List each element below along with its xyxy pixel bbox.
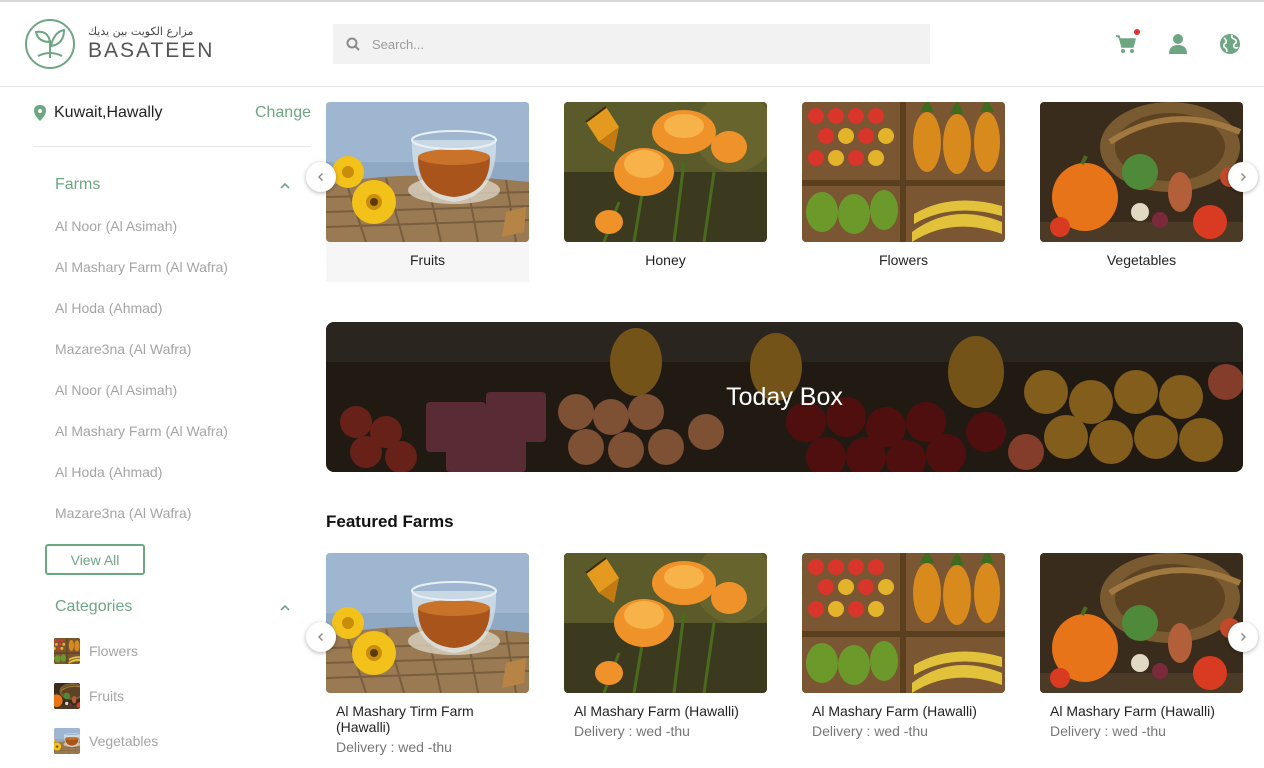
- featured-farms-title: Featured Farms: [326, 512, 454, 531]
- sidebar-farm-item[interactable]: Al Hoda (Ahmad): [55, 464, 162, 480]
- farm-image: [564, 553, 767, 693]
- sidebar-category-vegetables[interactable]: Vegetables: [54, 728, 158, 754]
- category-card-flowers[interactable]: Flowers: [802, 102, 1005, 268]
- search-bar: [333, 24, 930, 64]
- sidebar-category-label: Fruits: [89, 688, 124, 704]
- chevron-left-icon: [318, 173, 323, 181]
- fruits-thumbnail: [54, 683, 80, 709]
- featured-farm-card[interactable]: Al Mashary Farm (Hawalli) Delivery : wed…: [564, 553, 767, 753]
- sidebar-divider: [33, 146, 311, 147]
- farm-name: Al Mashary Farm (Hawalli): [812, 703, 977, 719]
- chevron-right-icon: [1241, 173, 1246, 181]
- vegetables-image: [1040, 102, 1243, 242]
- logo-name: BASATEEN: [88, 39, 215, 62]
- today-box-banner[interactable]: Today Box: [326, 322, 1243, 472]
- sidebar-farm-item[interactable]: Al Noor (Al Asimah): [55, 382, 177, 398]
- sidebar-category-label: Vegetables: [89, 733, 159, 749]
- flowers-image: [802, 102, 1005, 242]
- banner-title: Today Box: [726, 382, 843, 411]
- category-card-fruits[interactable]: Fruits: [326, 102, 529, 282]
- header: مزارع الكويت بين يديك BASATEEN: [0, 2, 1264, 87]
- search-input[interactable]: [372, 36, 892, 52]
- farm-name: Al Mashary Farm (Hawalli): [1050, 703, 1215, 719]
- cart-button[interactable]: [1114, 29, 1140, 56]
- sidebar-farm-item[interactable]: Al Hoda (Ahmad): [55, 300, 162, 316]
- honey-image: [564, 102, 767, 242]
- sidebar-category-flowers[interactable]: Flowers: [54, 638, 138, 664]
- featured-farm-card[interactable]: Al Mashary Farm (Hawalli) Delivery : wed…: [802, 553, 1005, 753]
- flowers-thumbnail: [54, 638, 80, 664]
- logo[interactable]: مزارع الكويت بين يديك BASATEEN: [24, 18, 214, 70]
- categories-prev-button[interactable]: [306, 162, 336, 192]
- farm-name: Al Mashary Farm (Hawalli): [574, 703, 739, 719]
- logo-arabic-tagline: مزارع الكويت بين يديك: [88, 25, 194, 38]
- category-card-honey[interactable]: Honey: [564, 102, 767, 268]
- user-icon: [1169, 34, 1187, 54]
- sidebar: Kuwait,Hawally Change Farms Al Noor (Al …: [0, 88, 326, 768]
- search-icon: [346, 37, 360, 51]
- view-all-farms-button[interactable]: View All: [45, 544, 145, 575]
- category-card-label: Fruits: [410, 252, 445, 268]
- chevron-up-icon[interactable]: [278, 601, 292, 615]
- farm-delivery: Delivery : wed -thu: [336, 739, 452, 755]
- categories-section-title[interactable]: Categories: [55, 598, 132, 616]
- featured-farm-card[interactable]: Al Mashary Tirm Farm (Hawalli) Delivery …: [326, 553, 529, 763]
- featured-prev-button[interactable]: [306, 622, 336, 652]
- farm-image: [326, 553, 529, 693]
- location-pin-icon: [34, 105, 46, 121]
- farm-image: [1040, 553, 1243, 693]
- featured-next-button[interactable]: [1228, 622, 1258, 652]
- farm-delivery: Delivery : wed -thu: [574, 723, 690, 739]
- farm-name: Al Mashary Tirm Farm (Hawalli): [336, 703, 474, 735]
- chevron-right-icon: [1241, 633, 1246, 641]
- farm-delivery: Delivery : wed -thu: [812, 723, 928, 739]
- featured-farm-card[interactable]: Al Mashary Farm (Hawalli) Delivery : wed…: [1040, 553, 1243, 753]
- category-card-vegetables[interactable]: Vegetables: [1040, 102, 1243, 268]
- chevron-up-icon[interactable]: [278, 179, 292, 193]
- sidebar-category-label: Flowers: [89, 643, 139, 659]
- account-button[interactable]: [1166, 32, 1190, 56]
- fruits-image: [326, 102, 529, 242]
- chevron-left-icon: [318, 633, 323, 641]
- sidebar-farm-item[interactable]: Mazare3na (Al Wafra): [55, 341, 191, 357]
- sidebar-farm-item[interactable]: Al Mashary Farm (Al Wafra): [55, 423, 228, 439]
- cart-badge-dot: [1134, 29, 1140, 35]
- globe-icon: [1220, 34, 1240, 54]
- sidebar-category-fruits[interactable]: Fruits: [54, 683, 124, 709]
- cart-icon: [1116, 35, 1136, 53]
- farms-section-title[interactable]: Farms: [55, 176, 100, 194]
- sidebar-farm-item[interactable]: Al Noor (Al Asimah): [55, 218, 177, 234]
- farm-delivery: Delivery : wed -thu: [1050, 723, 1166, 739]
- sidebar-farm-item[interactable]: Mazare3na (Al Wafra): [55, 505, 191, 521]
- category-card-label: Honey: [645, 252, 686, 268]
- logo-leaf-icon: [25, 19, 75, 69]
- change-location-link[interactable]: Change: [255, 104, 311, 122]
- vegetables-thumbnail: [54, 728, 80, 754]
- farm-image: [802, 553, 1005, 693]
- location-row: Kuwait,Hawally Change: [34, 104, 311, 122]
- category-card-label: Vegetables: [1106, 252, 1177, 268]
- categories-next-button[interactable]: [1228, 162, 1258, 192]
- sidebar-farm-item[interactable]: Al Mashary Farm (Al Wafra): [55, 259, 228, 275]
- category-card-label: Flowers: [878, 252, 928, 268]
- location-text: Kuwait,Hawally: [54, 104, 163, 121]
- language-button[interactable]: [1218, 32, 1242, 56]
